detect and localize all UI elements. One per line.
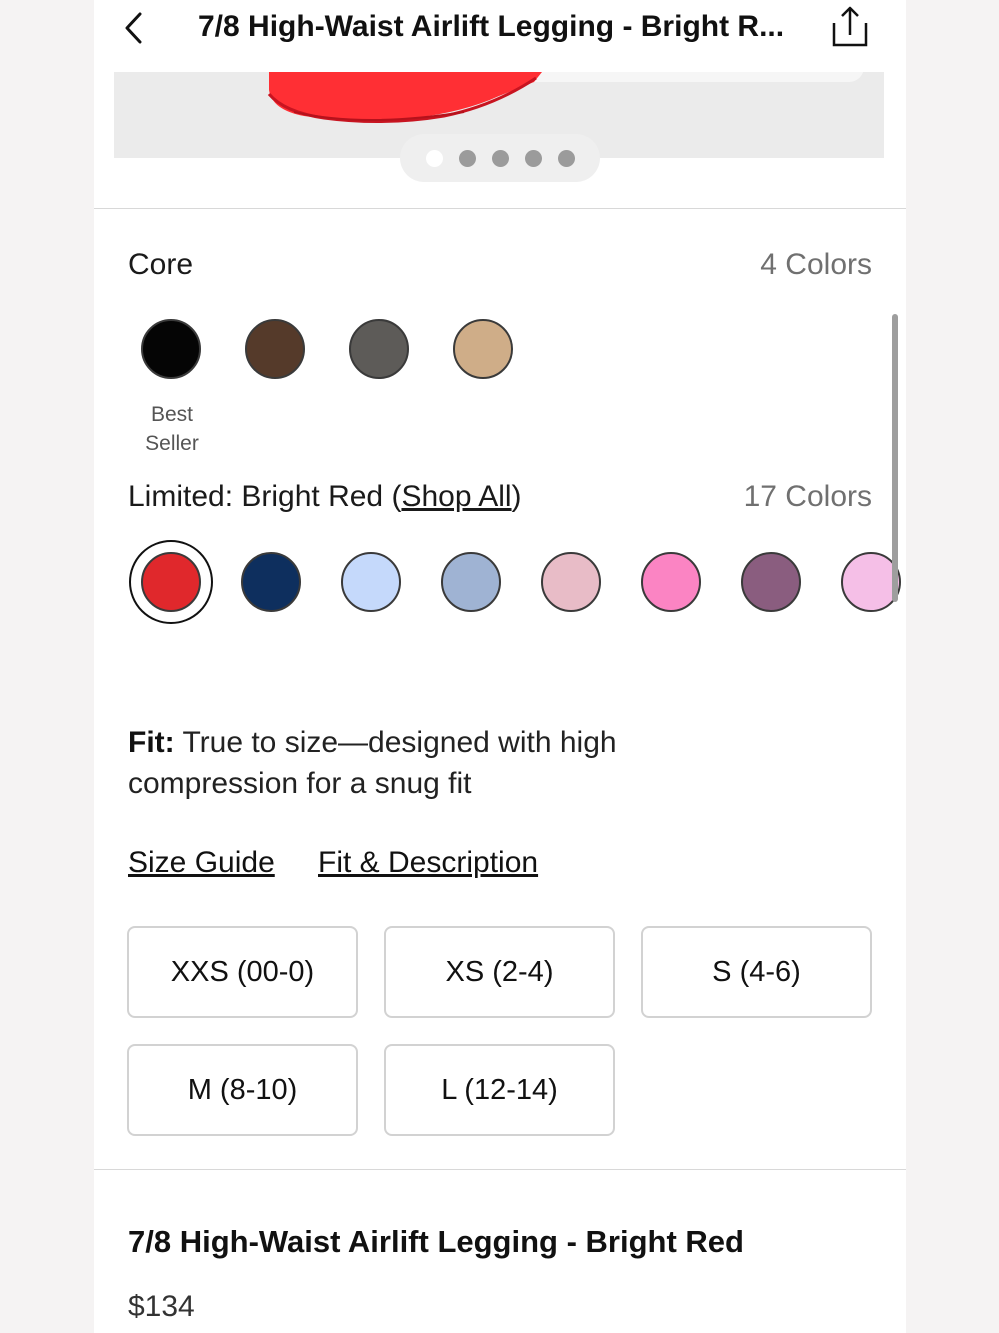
limited-label: Limited: Bright Red (Shop All) <box>128 480 522 514</box>
color-swatch-bright-red[interactable] <box>141 552 201 612</box>
fit-label: Fit: <box>128 726 175 759</box>
product-page: 7/8 High-Waist Airlift Legging - Bright … <box>94 0 906 1333</box>
size-button-l[interactable]: L (12-14) <box>384 1044 615 1136</box>
product-price: $134 <box>128 1290 195 1323</box>
fit-description: Fit: True to size—designed with high com… <box>128 722 768 804</box>
core-color-count: 4 Colors <box>760 248 872 281</box>
color-swatch-black[interactable] <box>141 319 201 379</box>
color-swatch-dusty-blue[interactable] <box>441 552 501 612</box>
fit-description-link[interactable]: Fit & Description <box>318 846 538 880</box>
color-swatch-plum[interactable] <box>741 552 801 612</box>
share-icon <box>832 6 868 47</box>
fit-text: True to size—designed with high compress… <box>128 726 617 800</box>
color-swatch-tan[interactable] <box>453 319 513 379</box>
divider <box>94 208 906 209</box>
page-title: 7/8 High-Waist Airlift Legging - Bright … <box>198 10 785 43</box>
color-swatch-brown[interactable] <box>245 319 305 379</box>
carousel-dot[interactable] <box>524 149 542 167</box>
chevron-left-icon <box>125 12 142 44</box>
scrollbar[interactable] <box>892 314 898 602</box>
carousel-indicator[interactable] <box>400 134 600 182</box>
best-seller-line-2: Seller <box>145 432 199 455</box>
limited-label-prefix: Limited: Bright Red ( <box>128 480 402 513</box>
back-button[interactable] <box>116 10 152 46</box>
top-nav-bar: 7/8 High-Waist Airlift Legging - Bright … <box>94 0 906 60</box>
divider <box>94 1169 906 1170</box>
size-button-xxs[interactable]: XXS (00-0) <box>127 926 358 1018</box>
carousel-dot[interactable] <box>557 149 575 167</box>
share-button[interactable] <box>828 4 872 50</box>
size-button-xs[interactable]: XS (2-4) <box>384 926 615 1018</box>
carousel-dot[interactable] <box>458 149 476 167</box>
size-button-s[interactable]: S (4-6) <box>641 926 872 1018</box>
color-swatch-hot-pink[interactable] <box>641 552 701 612</box>
color-swatch-light-pink[interactable] <box>541 552 601 612</box>
carousel-dot[interactable] <box>425 149 443 167</box>
best-seller-line-1: Best <box>150 403 194 426</box>
red-shoe-image <box>267 72 542 124</box>
best-seller-badge: Best Seller <box>122 400 222 458</box>
size-button-m[interactable]: M (8-10) <box>127 1044 358 1136</box>
carousel-dot[interactable] <box>491 149 509 167</box>
color-swatch-light-blue[interactable] <box>341 552 401 612</box>
product-name: 7/8 High-Waist Airlift Legging - Bright … <box>128 1224 744 1259</box>
limited-label-suffix: ) <box>511 480 522 513</box>
core-label: Core <box>128 248 194 281</box>
color-swatch-navy[interactable] <box>241 552 301 612</box>
shop-all-link[interactable]: Shop All <box>401 480 511 513</box>
size-guide-link[interactable]: Size Guide <box>128 846 275 880</box>
color-swatch-gray[interactable] <box>349 319 409 379</box>
limited-color-count: 17 Colors <box>743 480 872 513</box>
